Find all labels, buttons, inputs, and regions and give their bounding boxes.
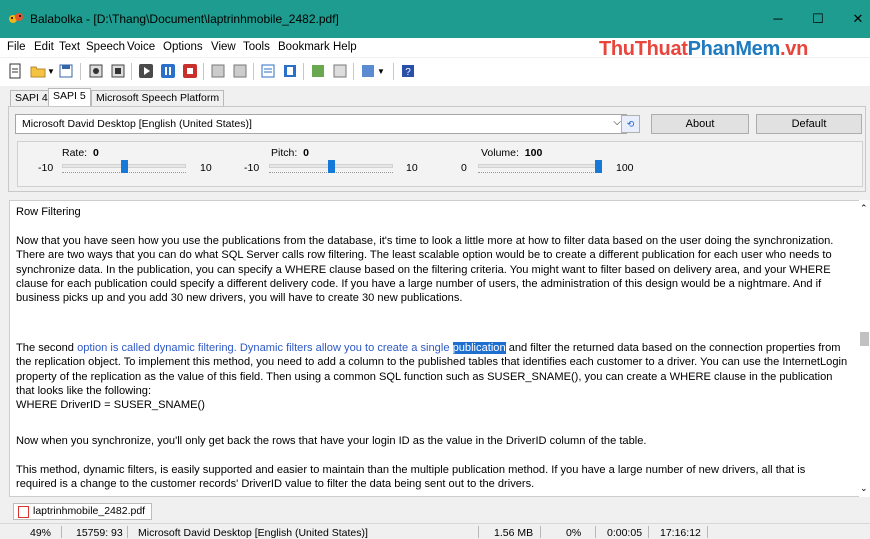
status-position: 15759: 93 [76,527,123,539]
paragraph-1: Now that you have seen how you use the p… [16,235,834,305]
pdf-file-icon [18,506,29,518]
volume-label: Volume: 100 [481,147,543,159]
voice-select[interactable]: Microsoft David Desktop [English (United… [15,114,627,134]
dictionary-icon[interactable] [282,63,298,79]
scrollbar-thumb[interactable] [860,332,869,346]
chevron-down-icon: ⌵ [613,117,621,128]
document-text-area[interactable]: Row Filtering Now that you have seen how… [9,200,861,497]
scroll-up-icon[interactable]: ⌃ [860,203,868,214]
toolbar-separator [393,63,394,80]
window-title: Balabolka - [D:\Thang\Document\laptrinhm… [30,12,339,26]
minimize-button[interactable]: ─ [768,10,788,28]
tab-sapi4[interactable]: SAPI 4 [10,90,53,106]
new-document-icon[interactable] [7,63,23,79]
balabolka-app-icon [9,13,23,23]
read-clipboard-icon[interactable] [110,63,126,79]
link-text: option is called dynamic filtering. Dyna… [77,342,453,354]
toolbar-separator [80,63,81,80]
title-bar: Balabolka - [D:\Thang\Document\laptrinhm… [0,0,870,38]
close-button[interactable]: ✕ [848,10,868,28]
menu-bookmark[interactable]: Bookmark [278,41,330,53]
pitch-min: -10 [244,162,260,174]
selected-word: publication [452,342,506,354]
svg-text:?: ? [405,67,411,78]
menu-text[interactable]: Text [59,41,80,53]
pitch-max: 10 [406,162,418,174]
pitch-label: Pitch: 0 [271,147,309,159]
status-zoom: 49% [30,527,52,539]
file-tab-label: laptrinhmobile_2482.pdf [33,505,146,517]
settings-icon[interactable] [310,63,326,79]
status-voice: Microsoft David Desktop [English (United… [138,527,368,539]
paragraph-2: The second option is called dynamic filt… [16,342,848,412]
toolbar-separator [303,63,304,80]
refresh-voices-icon[interactable]: ⟲ [621,115,640,133]
status-percent: 0% [566,527,582,539]
volume-slider-ticks [478,172,602,175]
bookmark-dropdown-icon[interactable]: ▼ [377,67,393,83]
file-tab[interactable]: laptrinhmobile_2482.pdf [13,503,153,520]
menu-view[interactable]: View [211,41,236,53]
status-elapsed: 0:00:05 [607,527,643,539]
stop-icon[interactable] [182,63,198,79]
about-button[interactable]: About [651,114,749,134]
toolbar-separator [353,63,354,80]
voice-select-value: Microsoft David Desktop [English (United… [22,118,252,130]
engine-tabs: SAPI 4 SAPI 5 Microsoft Speech Platform [0,88,870,106]
pause-icon[interactable] [160,63,176,79]
tab-sapi5[interactable]: SAPI 5 [48,88,91,106]
scroll-down-icon[interactable]: ⌄ [860,483,868,494]
status-clock: 17:16:12 [660,527,701,539]
rate-min: -10 [38,162,54,174]
save-audio-icon[interactable] [210,63,226,79]
toolbar-separator [131,63,132,80]
volume-min: 0 [461,162,467,174]
voice-settings-icon[interactable] [332,63,348,79]
menu-speech[interactable]: Speech [86,41,125,53]
split-audio-icon[interactable] [232,63,248,79]
status-size: 1.56 MB [494,527,534,539]
menu-options[interactable]: Options [163,41,203,53]
paragraph-3: Now when you synchronize, you'll only ge… [16,435,647,447]
rate-slider-thumb[interactable] [120,160,128,173]
document-heading: Row Filtering [16,206,81,218]
help-icon[interactable]: ? [400,63,416,79]
maximize-button[interactable]: ☐ [808,10,828,28]
volume-slider-thumb[interactable] [595,160,602,173]
open-folder-icon[interactable] [30,63,46,79]
save-icon[interactable] [58,63,74,79]
status-bar: 49% 15759: 93 Microsoft David Desktop [E… [0,523,870,539]
menu-voice[interactable]: Voice [127,41,155,53]
toolbar-separator [253,63,254,80]
text-edit-icon[interactable] [260,63,276,79]
pitch-slider-thumb[interactable] [327,160,335,173]
vertical-scrollbar[interactable]: ⌃ ⌄ [859,200,870,497]
default-button[interactable]: Default [756,114,862,134]
rate-label: Rate: 0 [62,147,99,159]
paragraph-4: This method, dynamic filters, is easily … [16,464,806,491]
menu-tools[interactable]: Tools [243,41,270,53]
toolbar: ▼ ▼ ? [0,58,870,86]
volume-slider-track[interactable] [478,164,602,168]
menu-edit[interactable]: Edit [34,41,54,53]
volume-max: 100 [616,162,634,174]
bookmark-icon[interactable] [360,63,376,79]
toolbar-separator [203,63,204,80]
play-icon[interactable] [138,63,154,79]
menu-file[interactable]: File [7,41,26,53]
menu-help[interactable]: Help [333,41,357,53]
tab-microsoft-speech-platform[interactable]: Microsoft Speech Platform [91,90,225,106]
read-aloud-icon[interactable] [88,63,104,79]
rate-max: 10 [200,162,212,174]
